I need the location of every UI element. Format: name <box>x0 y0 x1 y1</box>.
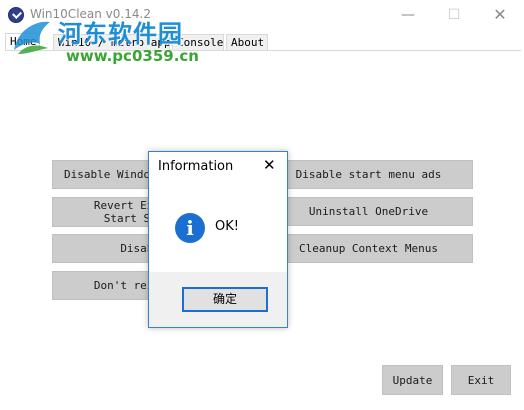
minimize-button[interactable]: — <box>385 0 431 30</box>
dialog-footer: 确定 <box>149 272 287 327</box>
dialog-close-button[interactable]: ✕ <box>263 156 276 174</box>
dialog-message: OK! <box>215 219 239 234</box>
close-window-button[interactable]: ✕ <box>477 0 523 30</box>
watermark-title: 河东软件园 <box>58 20 183 48</box>
cleanup-context-menus-button[interactable]: Cleanup Context Menus <box>264 234 473 263</box>
disable-start-menu-ads-button[interactable]: Disable start menu ads <box>264 160 473 189</box>
dialog-title: Information <box>158 159 234 174</box>
uninstall-onedrive-button[interactable]: Uninstall OneDrive <box>264 197 473 226</box>
information-dialog: Information ✕ i OK! 确定 <box>148 151 288 328</box>
ok-button[interactable]: 确定 <box>182 287 268 312</box>
update-button[interactable]: Update <box>382 365 443 395</box>
info-icon: i <box>175 213 205 243</box>
watermark-logo <box>14 21 50 54</box>
tab-about[interactable]: About <box>226 34 268 50</box>
maximize-button[interactable]: ☐ <box>431 0 477 30</box>
exit-button[interactable]: Exit <box>451 365 511 395</box>
watermark-url: www.pc0359.cn <box>66 47 199 65</box>
